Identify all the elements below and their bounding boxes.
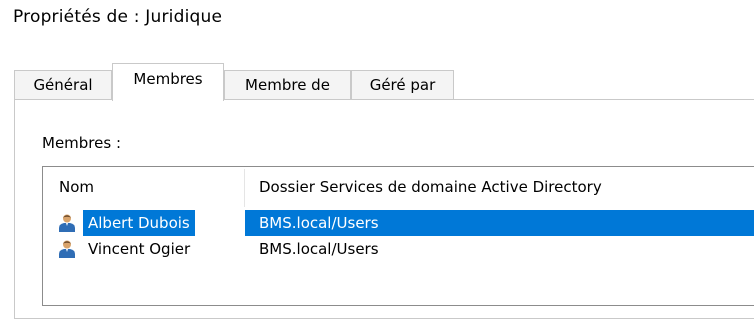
tab-general[interactable]: Général bbox=[14, 70, 112, 100]
list-item[interactable]: Vincent Ogier BMS.local/Users bbox=[43, 236, 754, 262]
column-header-name[interactable]: Nom bbox=[43, 167, 244, 209]
member-name: Vincent Ogier bbox=[88, 240, 191, 258]
window-title: Propriétés de : Juridique bbox=[13, 7, 223, 27]
member-folder: BMS.local/Users bbox=[259, 240, 379, 258]
user-icon bbox=[57, 213, 77, 233]
column-header-folder[interactable]: Dossier Services de domaine Active Direc… bbox=[245, 167, 754, 209]
member-folder: BMS.local/Users bbox=[245, 210, 754, 236]
tab-members[interactable]: Membres bbox=[112, 63, 224, 101]
tab-strip: Général Membres Membre de Géré par bbox=[14, 63, 754, 101]
members-list[interactable]: Nom Dossier Services de domaine Active D… bbox=[42, 166, 754, 306]
list-header: Nom Dossier Services de domaine Active D… bbox=[43, 167, 754, 209]
user-icon bbox=[57, 239, 77, 259]
list-item[interactable]: Albert Dubois BMS.local/Users bbox=[43, 210, 754, 236]
member-name: Albert Dubois bbox=[83, 210, 195, 236]
members-label: Membres : bbox=[42, 134, 122, 152]
tab-managed-by[interactable]: Géré par bbox=[351, 70, 454, 100]
tab-member-of[interactable]: Membre de bbox=[224, 70, 351, 100]
